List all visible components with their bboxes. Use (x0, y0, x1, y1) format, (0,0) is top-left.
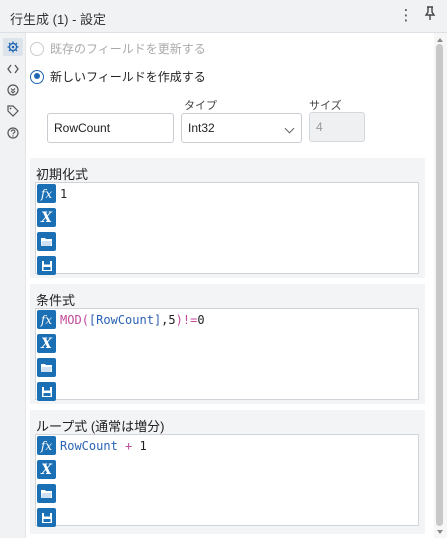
size-input[interactable]: 4 (309, 112, 365, 142)
update-existing-label: 既存のフィールドを更新する (50, 42, 206, 56)
loop-expression-text[interactable]: RowCount + 1 (60, 439, 147, 453)
function-icon: fx (40, 186, 53, 201)
init-expression-editor[interactable]: fx X 1 (35, 182, 419, 275)
update-existing-option[interactable]: 既存のフィールドを更新する (30, 40, 206, 57)
rail-item-tag[interactable] (3, 102, 23, 120)
expression-token: 0 (197, 313, 205, 327)
code-brackets-icon (7, 64, 19, 74)
folder-open-icon (41, 364, 52, 372)
functions-button[interactable]: fx (37, 184, 56, 203)
expression-token: != (182, 313, 198, 327)
type-select[interactable]: Int32 (181, 113, 302, 143)
chevron-down-icon (284, 123, 295, 134)
pin-icon (424, 6, 436, 20)
condition-expression-editor[interactable]: fx X MOD([RowCount],5)!=0 (35, 308, 419, 401)
variable-icon: X (41, 335, 52, 352)
side-rail (0, 33, 26, 538)
save-icon (41, 386, 52, 397)
function-icon: fx (40, 438, 53, 453)
expression-token: 1 (60, 187, 68, 201)
folder-open-icon (41, 490, 52, 498)
functions-button[interactable]: fx (37, 436, 56, 455)
variables-button[interactable]: X (37, 460, 56, 479)
save-expression-button[interactable] (37, 508, 56, 527)
scroll-down-icon[interactable] (436, 528, 444, 536)
rail-item-metadata[interactable] (3, 81, 23, 99)
condition-expression-section: 条件式 fx X MOD([RowCount],5)!=0 (30, 284, 425, 404)
condition-expression-title: 条件式 (36, 293, 76, 308)
rail-item-code[interactable] (3, 60, 23, 78)
save-expression-button[interactable] (37, 382, 56, 401)
field-name-input[interactable]: RowCount (47, 113, 174, 143)
gear-icon (7, 41, 19, 53)
more-menu-button[interactable]: ⋮ (397, 6, 415, 26)
expression-token: ,5 (161, 313, 176, 327)
expression-token: + (117, 439, 140, 453)
variable-icon: X (41, 209, 52, 226)
expression-token: ( (81, 313, 89, 327)
scrollbar-thumb[interactable] (436, 44, 443, 526)
variable-icon: X (41, 461, 52, 478)
create-new-label: 新しいフィールドを作成する (50, 70, 206, 84)
panel-header: 行生成 (1) - 設定 ⋮ (0, 0, 447, 33)
panel-title: 行生成 (1) - 設定 (10, 12, 107, 27)
condition-expression-text[interactable]: MOD([RowCount],5)!=0 (60, 313, 205, 327)
functions-button[interactable]: fx (37, 310, 56, 329)
init-expression-title: 初期化式 (36, 167, 89, 182)
folder-open-icon (41, 238, 52, 246)
tag-icon (7, 105, 19, 117)
save-icon (41, 260, 52, 271)
open-expression-button[interactable] (37, 358, 56, 377)
init-expression-section: 初期化式 fx X 1 (30, 158, 425, 278)
condition-expression-toolbar: fx X (37, 310, 57, 406)
loop-expression-toolbar: fx X (37, 436, 57, 532)
rail-item-help[interactable] (3, 124, 23, 142)
expression-token: 1 (139, 439, 147, 453)
expression-token: MOD (60, 313, 82, 327)
expression-token: ) (175, 313, 183, 327)
update-existing-radio[interactable] (30, 41, 44, 56)
loop-expression-editor[interactable]: fx X RowCount + 1 (35, 434, 419, 527)
save-expression-button[interactable] (37, 256, 56, 275)
function-icon: fx (40, 312, 53, 327)
pin-button[interactable] (421, 6, 439, 26)
expression-token: [RowCount] (88, 313, 162, 327)
save-icon (41, 512, 52, 523)
variables-button[interactable]: X (37, 208, 56, 227)
expression-token: RowCount (60, 439, 118, 453)
type-select-value: Int32 (188, 121, 215, 135)
open-expression-button[interactable] (37, 232, 56, 251)
help-icon (7, 127, 19, 139)
loop-expression-title: ループ式 (通常は増分) (36, 419, 165, 434)
more-menu-icon: ⋮ (398, 7, 414, 24)
rail-item-settings[interactable] (3, 38, 23, 56)
variables-button[interactable]: X (37, 334, 56, 353)
metadata-icon (7, 84, 19, 96)
scroll-up-icon[interactable] (436, 36, 444, 44)
create-new-radio[interactable] (30, 69, 44, 84)
create-new-option[interactable]: 新しいフィールドを作成する (30, 68, 206, 85)
init-expression-text[interactable]: 1 (60, 187, 67, 201)
init-expression-toolbar: fx X (37, 184, 57, 280)
size-label: サイズ (309, 100, 342, 112)
loop-expression-section: ループ式 (通常は増分) fx X RowCount + 1 (30, 410, 425, 534)
type-label: タイプ (184, 100, 217, 112)
open-expression-button[interactable] (37, 484, 56, 503)
